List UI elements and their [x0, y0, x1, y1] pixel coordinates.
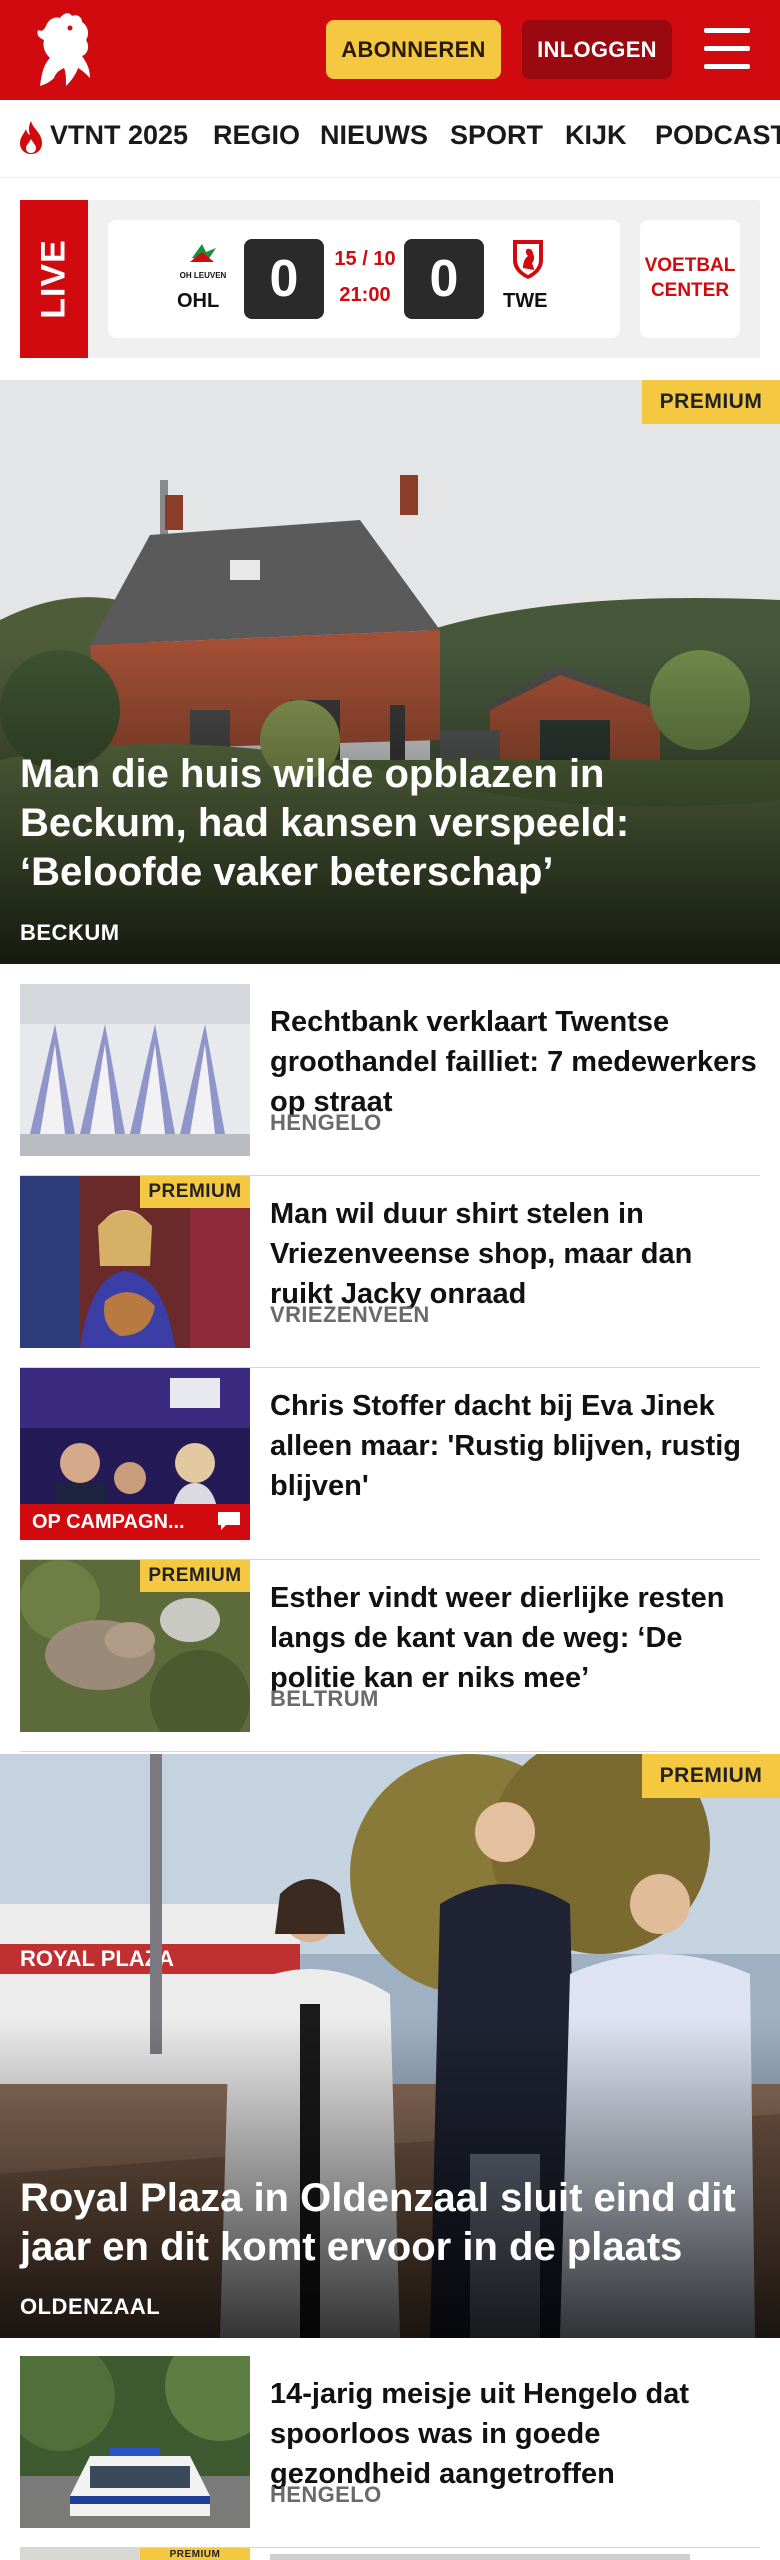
flame-icon [20, 121, 42, 154]
away-team-code: TWE [503, 290, 548, 312]
article-title[interactable]: 14-jarig meisje uit Hengelo dat spoorloo… [270, 2374, 760, 2494]
nav-item-podcast[interactable]: PODCAST [655, 120, 780, 151]
fc-twente-logo-icon [513, 240, 543, 279]
article-thumbnail [20, 2356, 250, 2528]
article-location: BELTRUM [270, 1686, 379, 1711]
list-item[interactable]: Rechtbank verklaart Twentse groothandel … [20, 984, 760, 1176]
article-title-partial [270, 2554, 690, 2560]
live-match-widget: LIVE OH LEUVEN OHL 0 15 / 10 21:00 0 TWE… [20, 200, 760, 358]
site-header: ABONNEREN INLOGGEN [0, 0, 780, 100]
chat-bubble-icon [218, 1512, 240, 1530]
article-title[interactable]: Chris Stoffer dacht bij Eva Jinek alleen… [270, 1386, 760, 1506]
premium-badge: PREMIUM [642, 380, 780, 424]
article-location: VRIEZENVEEN [270, 1302, 430, 1327]
nav-item-regio[interactable]: REGIO [213, 120, 300, 151]
home-score: 0 [244, 239, 324, 319]
menu-icon[interactable] [700, 24, 754, 74]
login-button[interactable]: INLOGGEN [522, 20, 672, 79]
campaign-tag: OP CAMPAGN... [20, 1504, 250, 1540]
nav-item-sport[interactable]: SPORT [450, 120, 543, 151]
premium-badge: PREMIUM [140, 1560, 250, 1592]
home-team-code: OHL [177, 290, 220, 312]
article-title[interactable]: Man wil duur shirt stelen in Vriezenveen… [270, 1194, 760, 1314]
nav-item-vtnt[interactable]: VTNT 2025 [50, 120, 188, 151]
list-item[interactable]: PREMIUM Esther vindt weer dierlijke rest… [20, 1560, 760, 1752]
match-scorecard[interactable]: OH LEUVEN OHL 0 15 / 10 21:00 0 TWE [108, 220, 620, 338]
horse-logo-icon[interactable] [20, 8, 104, 92]
hero-title[interactable]: Man die huis wilde opblazen in Beckum, h… [20, 750, 760, 897]
article-thumbnail: PREMIUM [20, 1176, 250, 1348]
hero-location: BECKUM [20, 920, 120, 945]
hero-article-oldenzaal[interactable]: ROYAL PLAZA PREMIUM Royal Plaza in Olden… [0, 1754, 780, 2338]
list-item-partial[interactable]: PREMIUM [20, 2548, 760, 2560]
premium-badge: PREMIUM [642, 1754, 780, 1798]
hero-location: OLDENZAAL [20, 2294, 161, 2319]
article-title[interactable]: Esther vindt weer dierlijke resten langs… [270, 1578, 760, 1698]
main-nav: VTNT 2025 REGIO NIEUWS SPORT KIJK PODCAS… [0, 100, 780, 178]
live-badge: LIVE [20, 200, 88, 358]
list-item[interactable]: OP CAMPAGN... Chris Stoffer dacht bij Ev… [20, 1368, 760, 1560]
nav-item-kijk[interactable]: KIJK [565, 120, 627, 151]
subscribe-button[interactable]: ABONNEREN [326, 20, 501, 79]
voetbal-center-button[interactable]: VOETBAL CENTER [640, 220, 740, 338]
oh-leuven-logo-icon: OH LEUVEN [180, 244, 227, 280]
article-thumbnail: OP CAMPAGN... [20, 1368, 250, 1540]
svg-text:OH LEUVEN: OH LEUVEN [180, 271, 227, 280]
nav-item-nieuws[interactable]: NIEUWS [320, 120, 428, 151]
hero-article-beckum[interactable]: PREMIUM Man die huis wilde opblazen in B… [0, 380, 780, 964]
premium-badge: PREMIUM [140, 1176, 250, 1208]
article-location: HENGELO [270, 2482, 382, 2507]
article-thumbnail [20, 984, 250, 1156]
article-thumbnail: PREMIUM [20, 1560, 250, 1732]
hero-title[interactable]: Royal Plaza in Oldenzaal sluit eind dit … [20, 2174, 760, 2272]
article-title[interactable]: Rechtbank verklaart Twentse groothandel … [270, 1002, 760, 1122]
article-location: HENGELO [270, 1110, 382, 1135]
match-time: 21:00 [339, 284, 391, 306]
list-item[interactable]: 14-jarig meisje uit Hengelo dat spoorloo… [20, 2356, 760, 2548]
premium-badge: PREMIUM [140, 2548, 250, 2560]
match-date: 15 / 10 [334, 248, 396, 270]
list-item[interactable]: PREMIUM Man wil duur shirt stelen in Vri… [20, 1176, 760, 1368]
away-score: 0 [404, 239, 484, 319]
